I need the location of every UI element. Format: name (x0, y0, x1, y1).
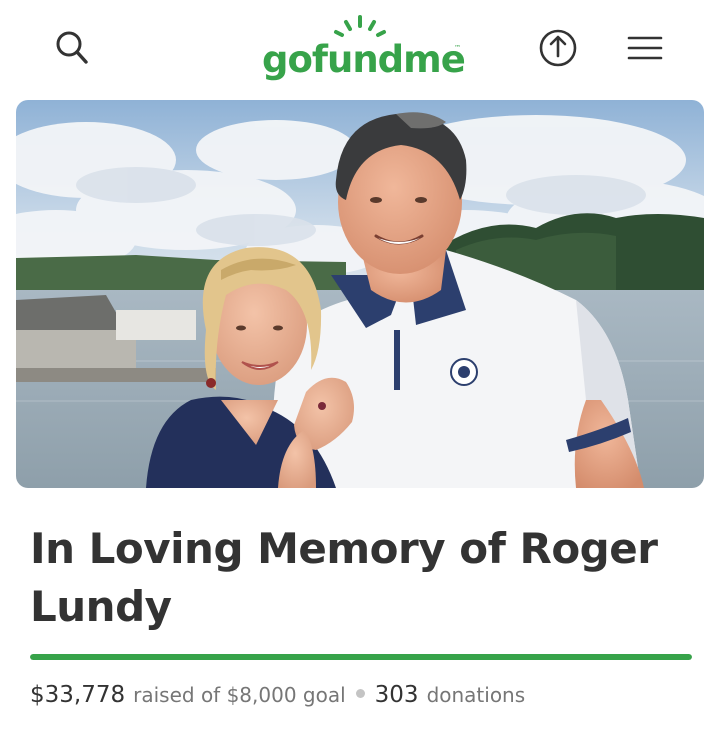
progress-fill (30, 654, 692, 660)
share-button[interactable] (530, 20, 586, 76)
logo-wordmark: gofundme (262, 38, 466, 81)
donations-label: donations (426, 683, 526, 707)
campaign-title: In Loving Memory of Roger Lundy (30, 524, 658, 631)
separator-dot (355, 689, 365, 698)
search-icon (56, 31, 88, 64)
share-icon (539, 29, 577, 67)
raised-amount: $33,778 (30, 682, 126, 708)
top-nav: gofundme ™ (0, 0, 720, 96)
progress-bar (30, 654, 692, 660)
menu-button[interactable] (617, 20, 673, 76)
search-button[interactable] (44, 20, 100, 76)
gofundme-logo[interactable]: gofundme ™ (262, 14, 466, 86)
donation-stats: $33,778 raised of $8,000 goal 303 donati… (30, 682, 710, 708)
logo-trademark: ™ (454, 44, 461, 52)
campaign-page: gofundme ™ In Loving Memory of Roger Lun… (0, 0, 720, 738)
menu-icon (627, 36, 663, 60)
goal-text: raised of $8,000 goal (133, 683, 346, 707)
campaign-photo[interactable] (16, 100, 704, 488)
donation-count: 303 (374, 682, 419, 708)
